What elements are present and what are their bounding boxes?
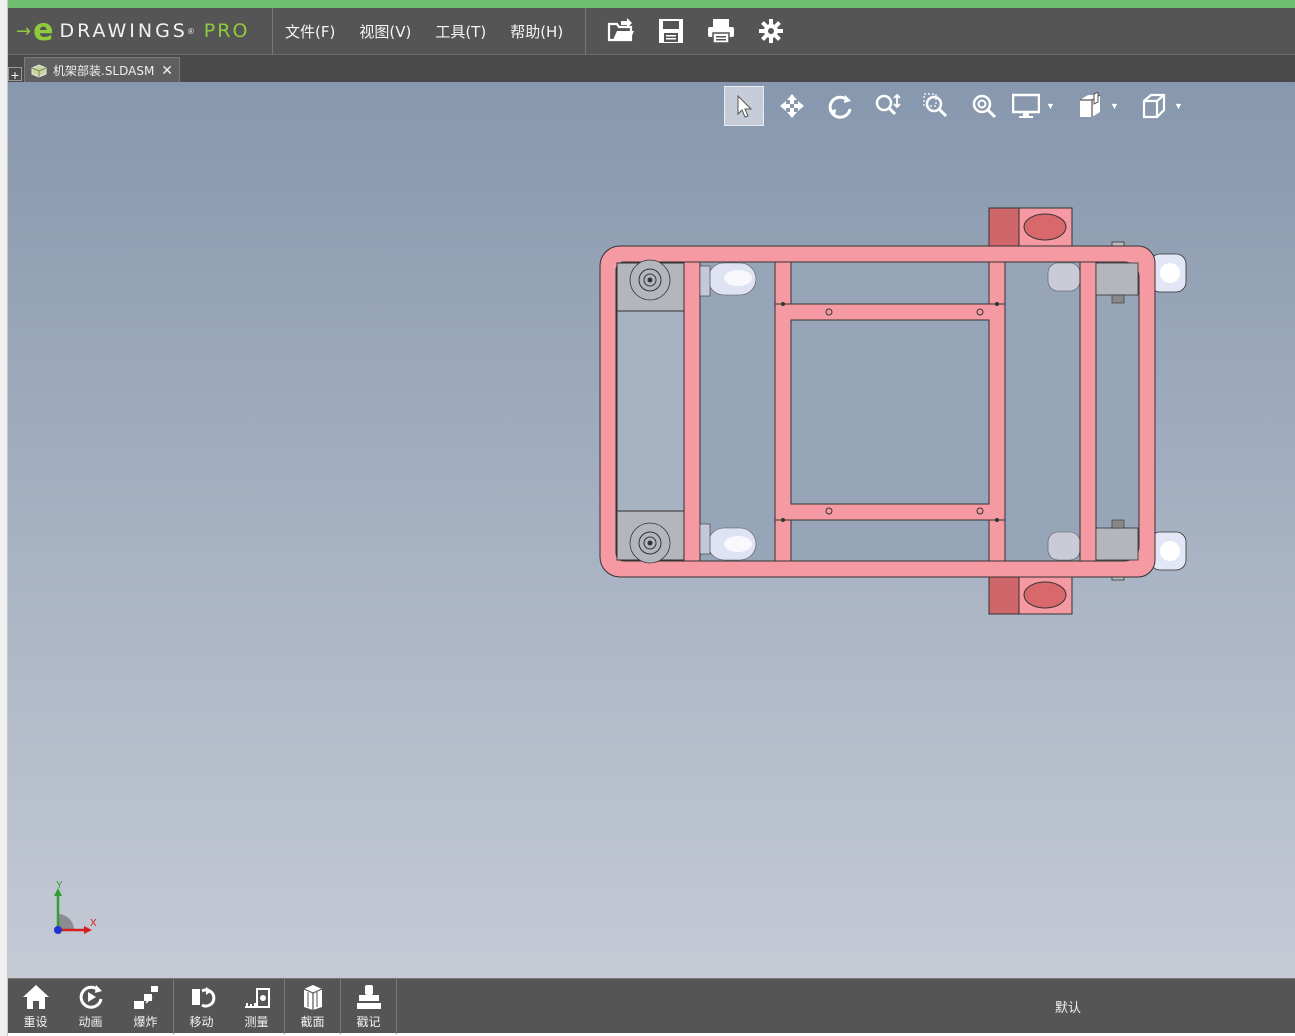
window-left-edge: [0, 0, 8, 1036]
settings-icon[interactable]: [753, 13, 789, 49]
menu-file[interactable]: 文件(F): [273, 21, 347, 42]
menu-help[interactable]: 帮助(H): [498, 21, 575, 42]
section-view-icon: [1080, 92, 1101, 117]
standard-views-dropdown[interactable]: ▼: [1140, 86, 1204, 126]
home-icon: [22, 985, 49, 1009]
3d-viewport[interactable]: ▼ ▼ ▼ Y X: [8, 82, 1295, 978]
measure-icon: [244, 988, 270, 1008]
chevron-down-icon: ▼: [1046, 101, 1055, 111]
frame-assembly-model[interactable]: [588, 206, 1208, 626]
animate-label: 动画: [78, 1015, 103, 1029]
stamp-label: 戳记: [356, 1015, 381, 1029]
explode-icon: [133, 986, 158, 1009]
section-label: 截面: [300, 1015, 325, 1029]
reset-button[interactable]: 重设: [8, 979, 63, 1034]
measure-label: 测量: [244, 1015, 269, 1029]
axis-triad: Y X: [54, 880, 97, 934]
menu-view[interactable]: 视图(V): [347, 21, 423, 42]
rotate-icon[interactable]: [820, 86, 860, 126]
menu-tools[interactable]: 工具(T): [423, 21, 498, 42]
section-button[interactable]: 截面: [285, 979, 340, 1034]
document-tab[interactable]: 机架部装.SLDASM ✕: [24, 57, 180, 83]
bottom-toolbar: 重设 动画 爆炸 移动 测量 截面 戳记 默认: [8, 978, 1295, 1034]
zoom-icon[interactable]: [868, 86, 908, 126]
section-icon: [303, 985, 322, 1010]
app-logo: → e DRAWINGS ® PRO: [8, 8, 273, 54]
close-tab-icon[interactable]: ✕: [161, 62, 173, 79]
main-toolbar: [586, 13, 796, 49]
logo-registered: ®: [187, 26, 194, 36]
logo-e-icon: e: [33, 13, 54, 48]
logo-pro: PRO: [203, 20, 250, 42]
explode-button[interactable]: 爆炸: [118, 979, 173, 1034]
logo-text: DRAWINGS: [59, 20, 188, 42]
reset-label: 重设: [23, 1015, 48, 1029]
main-menu: 文件(F) 视图(V) 工具(T) 帮助(H): [273, 8, 587, 54]
logo-arrow-icon: →: [16, 20, 32, 42]
toolbar-group-view: 重设 动画 爆炸: [8, 979, 174, 1034]
animate-button[interactable]: 动画: [63, 979, 118, 1034]
zoom-area-icon[interactable]: [916, 86, 956, 126]
section-view-dropdown[interactable]: ▼: [1076, 86, 1140, 126]
open-icon[interactable]: [603, 13, 639, 49]
assembly-icon: [31, 63, 47, 78]
x-axis-label: X: [90, 918, 97, 929]
chevron-down-icon: ▼: [1110, 101, 1119, 111]
y-axis-label: Y: [56, 880, 63, 891]
stamp-button[interactable]: 戳记: [341, 979, 396, 1034]
menu-bar: → e DRAWINGS ® PRO 文件(F) 视图(V) 工具(T) 帮助(…: [8, 8, 1295, 54]
pan-icon[interactable]: [772, 86, 812, 126]
save-icon[interactable]: [653, 13, 689, 49]
display-style-dropdown[interactable]: ▼: [1012, 86, 1076, 126]
view-toolbar: ▼ ▼ ▼: [724, 86, 1204, 126]
display-style-icon: [1012, 93, 1040, 118]
document-tab-bar: + 机架部装.SLDASM ✕: [8, 54, 1295, 83]
chevron-down-icon: ▼: [1174, 101, 1183, 111]
move-icon: [191, 987, 215, 1008]
move-label: 移动: [189, 1015, 214, 1029]
select-icon[interactable]: [724, 86, 764, 126]
stamp-icon: [356, 985, 381, 1009]
add-tab-button[interactable]: +: [8, 67, 22, 82]
desktop-background-strip: [0, 0, 1295, 8]
edrawings-window: → e DRAWINGS ® PRO 文件(F) 视图(V) 工具(T) 帮助(…: [8, 8, 1295, 1034]
move-button[interactable]: 移动: [174, 979, 229, 1034]
measure-button[interactable]: 测量: [229, 979, 284, 1034]
toolbar-group-section: 截面: [285, 979, 341, 1034]
animate-icon: [79, 985, 102, 1009]
toolbar-group-markup: 戳记: [341, 979, 397, 1034]
zoom-fit-icon[interactable]: [964, 86, 1004, 126]
print-icon[interactable]: [703, 13, 739, 49]
configuration-status: 默认: [1055, 1001, 1082, 1016]
explode-label: 爆炸: [133, 1015, 158, 1029]
toolbar-group-tools: 移动 测量: [174, 979, 285, 1034]
standard-views-icon: [1142, 93, 1166, 119]
document-tab-label: 机架部装.SLDASM: [53, 64, 155, 78]
